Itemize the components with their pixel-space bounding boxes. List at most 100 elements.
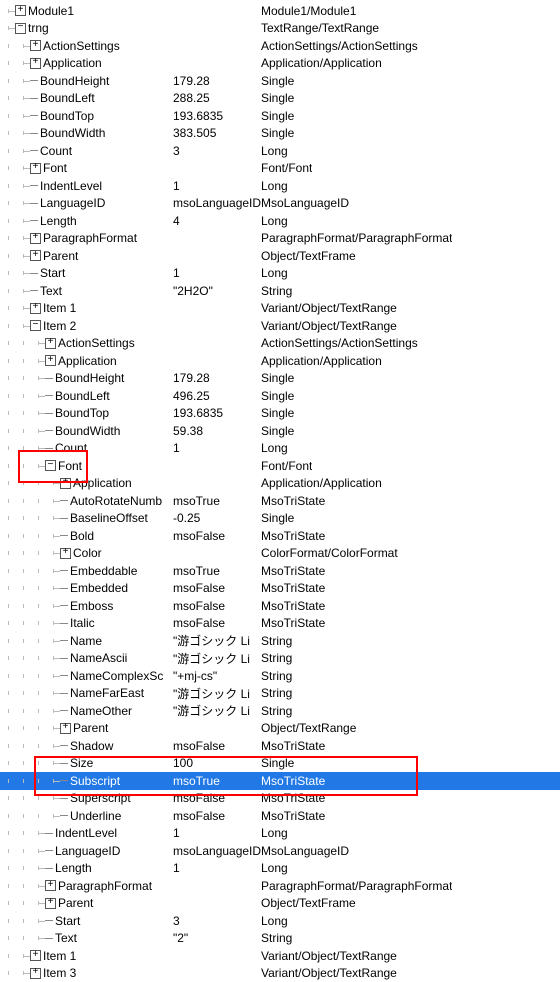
expand-icon[interactable]: +	[30, 163, 41, 174]
collapse-icon[interactable]: −	[15, 23, 26, 34]
tree-row[interactable]: Count1Long	[0, 440, 560, 458]
expand-icon[interactable]: +	[30, 58, 41, 69]
tree-row[interactable]: +Item 1Variant/Object/TextRange	[0, 947, 560, 965]
expand-icon[interactable]: +	[30, 250, 41, 261]
expand-icon[interactable]: +	[45, 355, 56, 366]
tree-row[interactable]: ItalicmsoFalseMsoTriState	[0, 615, 560, 633]
tree-row[interactable]: SubscriptmsoTrueMsoTriState	[0, 772, 560, 790]
tree-row[interactable]: +ParentObject/TextFrame	[0, 895, 560, 913]
tree-row[interactable]: BoundWidth383.505Single	[0, 125, 560, 143]
property-value: 100	[173, 755, 261, 773]
expand-icon[interactable]: +	[30, 303, 41, 314]
tree-row[interactable]: BoundHeight179.28Single	[0, 370, 560, 388]
expand-icon[interactable]: +	[60, 478, 71, 489]
property-value	[173, 352, 261, 370]
property-name: IndentLevel	[40, 179, 102, 193]
tree-row[interactable]: +Item 1Variant/Object/TextRange	[0, 300, 560, 318]
tree-row[interactable]: −FontFont/Font	[0, 457, 560, 475]
tree-row[interactable]: Name"游ゴシック LiString	[0, 632, 560, 650]
expand-icon[interactable]: +	[30, 233, 41, 244]
tree-row[interactable]: Size100Single	[0, 755, 560, 773]
tree-row[interactable]: +FontFont/Font	[0, 160, 560, 178]
tree-row[interactable]: +ApplicationApplication/Application	[0, 352, 560, 370]
property-value	[173, 965, 261, 982]
tree-row[interactable]: Length4Long	[0, 212, 560, 230]
tree-row[interactable]: Start3Long	[0, 912, 560, 930]
tree-row[interactable]: LanguageIDmsoLanguageIDMsoLanguageID	[0, 195, 560, 213]
tree-row[interactable]: NameAscii"游ゴシック LiString	[0, 650, 560, 668]
tree-row[interactable]: EmbeddablemsoTrueMsoTriState	[0, 562, 560, 580]
tree-row[interactable]: IndentLevel1Long	[0, 177, 560, 195]
collapse-icon[interactable]: −	[30, 320, 41, 331]
expand-icon[interactable]: +	[45, 898, 56, 909]
tree-row[interactable]: Start1Long	[0, 265, 560, 283]
tree-row[interactable]: EmbeddedmsoFalseMsoTriState	[0, 580, 560, 598]
property-value: msoFalse	[173, 597, 261, 615]
tree-row[interactable]: BoundTop193.6835Single	[0, 405, 560, 423]
property-value	[173, 475, 261, 493]
tree-row[interactable]: BoundLeft496.25Single	[0, 387, 560, 405]
property-tree[interactable]: +Module1Module1/Module1−trngTextRange/Te…	[0, 0, 560, 982]
property-type: MsoTriState	[261, 562, 325, 580]
property-name: Italic	[70, 616, 95, 630]
property-value: msoFalse	[173, 737, 261, 755]
expand-icon[interactable]: +	[15, 5, 26, 16]
tree-row[interactable]: UnderlinemsoFalseMsoTriState	[0, 807, 560, 825]
property-type: String	[261, 685, 292, 703]
tree-row[interactable]: +ApplicationApplication/Application	[0, 55, 560, 73]
tree-row[interactable]: BoundLeft288.25Single	[0, 90, 560, 108]
tree-row[interactable]: +ColorColorFormat/ColorFormat	[0, 545, 560, 563]
collapse-icon[interactable]: −	[45, 460, 56, 471]
property-name: ActionSettings	[43, 39, 120, 53]
tree-row[interactable]: Count3Long	[0, 142, 560, 160]
tree-row[interactable]: +ActionSettingsActionSettings/ActionSett…	[0, 37, 560, 55]
tree-row[interactable]: EmbossmsoFalseMsoTriState	[0, 597, 560, 615]
tree-row[interactable]: Length1Long	[0, 860, 560, 878]
expand-icon[interactable]: +	[60, 723, 71, 734]
property-type: String	[261, 650, 292, 668]
tree-row[interactable]: NameOther"游ゴシック LiString	[0, 702, 560, 720]
property-type: Font/Font	[261, 457, 312, 475]
tree-row[interactable]: +ParagraphFormatParagraphFormat/Paragrap…	[0, 877, 560, 895]
tree-row[interactable]: +Item 3Variant/Object/TextRange	[0, 965, 560, 982]
tree-row[interactable]: ShadowmsoFalseMsoTriState	[0, 737, 560, 755]
tree-row[interactable]: BaselineOffset-0.25Single	[0, 510, 560, 528]
tree-row[interactable]: AutoRotateNumbmsoTrueMsoTriState	[0, 492, 560, 510]
property-name: NameComplexSc	[70, 669, 163, 683]
tree-row[interactable]: BoundHeight179.28Single	[0, 72, 560, 90]
property-value: 1	[173, 177, 261, 195]
property-name: Parent	[58, 896, 93, 910]
tree-row[interactable]: LanguageIDmsoLanguageIDMsoLanguageID	[0, 842, 560, 860]
tree-row[interactable]: +ParentObject/TextRange	[0, 720, 560, 738]
tree-row[interactable]: SuperscriptmsoFalseMsoTriState	[0, 790, 560, 808]
tree-row[interactable]: BoundWidth59.38Single	[0, 422, 560, 440]
tree-row[interactable]: −trngTextRange/TextRange	[0, 20, 560, 38]
tree-row[interactable]: Text"2"String	[0, 930, 560, 948]
property-name: Parent	[43, 249, 78, 263]
property-value: 179.28	[173, 72, 261, 90]
expand-icon[interactable]: +	[45, 338, 56, 349]
property-name: BoundHeight	[40, 74, 109, 88]
property-value: 193.6835	[173, 107, 261, 125]
expand-icon[interactable]: +	[30, 968, 41, 979]
property-name: Color	[73, 546, 102, 560]
tree-row[interactable]: BoundTop193.6835Single	[0, 107, 560, 125]
expand-icon[interactable]: +	[30, 40, 41, 51]
property-type: Long	[261, 265, 288, 283]
tree-row[interactable]: +ApplicationApplication/Application	[0, 475, 560, 493]
expand-icon[interactable]: +	[60, 548, 71, 559]
tree-row[interactable]: NameFarEast"游ゴシック LiString	[0, 685, 560, 703]
property-value	[173, 2, 261, 20]
property-value	[173, 37, 261, 55]
tree-row[interactable]: NameComplexSc"+mj-cs"String	[0, 667, 560, 685]
tree-row[interactable]: −Item 2Variant/Object/TextRange	[0, 317, 560, 335]
tree-row[interactable]: BoldmsoFalseMsoTriState	[0, 527, 560, 545]
tree-row[interactable]: IndentLevel1Long	[0, 825, 560, 843]
tree-row[interactable]: +ParagraphFormatParagraphFormat/Paragrap…	[0, 230, 560, 248]
tree-row[interactable]: +Module1Module1/Module1	[0, 2, 560, 20]
expand-icon[interactable]: +	[45, 880, 56, 891]
property-value: msoFalse	[173, 615, 261, 633]
tree-row[interactable]: +ParentObject/TextFrame	[0, 247, 560, 265]
tree-row[interactable]: Text"2H2O"String	[0, 282, 560, 300]
tree-row[interactable]: +ActionSettingsActionSettings/ActionSett…	[0, 335, 560, 353]
